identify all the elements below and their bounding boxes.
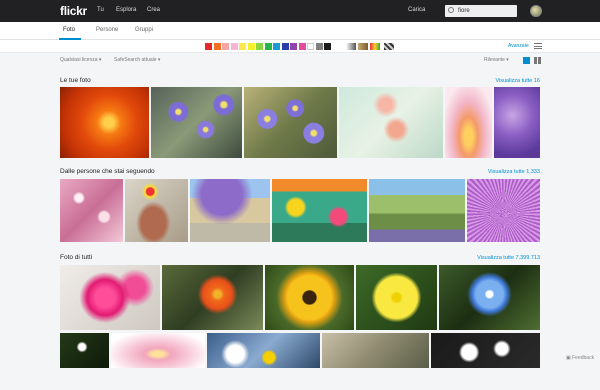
- filter-menu-icon[interactable]: [534, 43, 542, 49]
- photo-pink-petunias[interactable]: [60, 265, 160, 330]
- photo-girl-flower-crown[interactable]: [125, 179, 188, 242]
- nav-you[interactable]: Tu: [97, 7, 104, 13]
- photo-white-daisies[interactable]: [207, 333, 320, 368]
- color-swatch[interactable]: [298, 43, 306, 50]
- tab-people[interactable]: Persone: [96, 27, 118, 33]
- pattern-filter-icon[interactable]: [384, 43, 394, 50]
- section-title-everyone: Foto di tutti: [60, 254, 93, 261]
- photo-orange-gerbera[interactable]: [162, 265, 263, 330]
- color-swatch[interactable]: [315, 43, 323, 50]
- photo-jacaranda-street[interactable]: [190, 179, 270, 242]
- advanced-link[interactable]: Avanzate: [508, 43, 529, 49]
- top-bar: flickr Tu Esplora Crea Carica fiore: [0, 0, 600, 22]
- color-swatch[interactable]: [247, 43, 255, 50]
- section-title-following: Dalle persone che stai seguendo: [60, 168, 155, 175]
- photo-cherry-blossoms[interactable]: [60, 179, 123, 242]
- photo-orange-dahlia[interactable]: [60, 87, 149, 158]
- color-swatch[interactable]: [273, 43, 280, 50]
- photo-sunflower[interactable]: [265, 265, 354, 330]
- upload-link[interactable]: Carica: [408, 7, 425, 13]
- search-tabs: Foto Persone Gruppi: [0, 22, 600, 40]
- photo-lavender-meadow[interactable]: [369, 179, 465, 242]
- photo-quince-blossoms[interactable]: [339, 87, 443, 158]
- avatar[interactable]: [530, 5, 542, 17]
- color-swatch[interactable]: [213, 43, 221, 50]
- view-all-following[interactable]: Visualizza tutte 1.333: [450, 169, 540, 175]
- search-controls: Qualsiasi licenza ▾ SafeSearch attuale ▾…: [0, 54, 600, 66]
- sort-dropdown[interactable]: Rilevante ▾: [484, 57, 509, 63]
- photo-thistle-macro[interactable]: [467, 179, 540, 242]
- photo-dry-flowers[interactable]: [322, 333, 429, 368]
- photo-yellow-flower[interactable]: [356, 265, 437, 330]
- color-swatch[interactable]: [281, 43, 289, 50]
- grid-view-icon[interactable]: [523, 57, 530, 64]
- section-title-your-photos: Le tue foto: [60, 77, 91, 84]
- sort-label: Rilevante: [484, 57, 505, 63]
- search-icon: [448, 7, 454, 13]
- safesearch-dropdown[interactable]: SafeSearch attuale ▾: [114, 57, 160, 63]
- color-swatch[interactable]: [264, 43, 272, 50]
- flickr-logo[interactable]: flickr: [60, 4, 87, 18]
- color-filter-bar: Avanzate: [0, 40, 600, 53]
- color-swatch[interactable]: [222, 43, 229, 50]
- tab-groups[interactable]: Gruppi: [135, 27, 153, 33]
- color-swatch[interactable]: [290, 43, 297, 50]
- list-view-icon[interactable]: [534, 57, 541, 64]
- view-all-everyone[interactable]: Visualizza tutte 7.399.713: [440, 255, 540, 261]
- color-swatch[interactable]: [205, 43, 212, 50]
- photo-purple-daisies[interactable]: [151, 87, 242, 158]
- minimal-filter-icon[interactable]: [370, 43, 380, 50]
- photo-blue-pimpernel[interactable]: [439, 265, 540, 330]
- nav-create[interactable]: Crea: [147, 7, 160, 13]
- view-all-your-photos[interactable]: Visualizza tutte 16: [470, 78, 540, 84]
- color-swatch[interactable]: [230, 43, 238, 50]
- black-white-filter-icon[interactable]: [346, 43, 356, 50]
- tab-photos[interactable]: Foto: [63, 27, 75, 33]
- safesearch-label: SafeSearch attuale: [114, 57, 157, 63]
- photo-white-blossom-dark[interactable]: [60, 333, 109, 368]
- license-label: Qualsiasi licenza: [60, 57, 98, 63]
- photo-asters[interactable]: [244, 87, 337, 158]
- search-input[interactable]: fiore: [445, 5, 517, 17]
- photo-purple-hydrangea[interactable]: [494, 87, 540, 158]
- photo-white-flowers-black[interactable]: [431, 333, 540, 368]
- license-dropdown[interactable]: Qualsiasi licenza ▾: [60, 57, 101, 63]
- color-swatch[interactable]: [239, 43, 246, 50]
- color-swatch[interactable]: [256, 43, 263, 50]
- color-swatch[interactable]: [324, 43, 331, 50]
- photo-pink-lily[interactable]: [445, 87, 492, 158]
- shallow-dof-filter-icon[interactable]: [358, 43, 368, 50]
- search-value: fiore: [458, 8, 470, 14]
- color-swatch[interactable]: [307, 43, 314, 50]
- feedback-button[interactable]: ▣ Feedback: [566, 355, 594, 361]
- feedback-label: Feedback: [572, 355, 595, 361]
- nav-explore[interactable]: Esplora: [116, 7, 136, 13]
- photo-tulips-field[interactable]: [272, 179, 367, 242]
- photo-pink-lily-macro[interactable]: [111, 333, 205, 368]
